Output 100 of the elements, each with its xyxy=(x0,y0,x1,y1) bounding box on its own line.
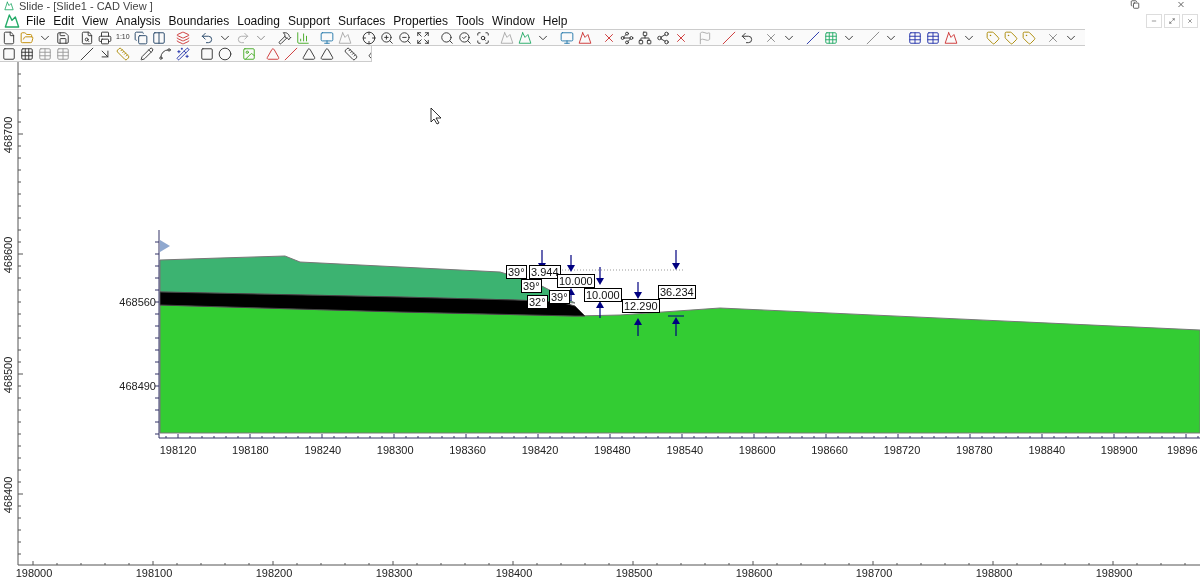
triangle-icon[interactable] xyxy=(266,46,280,61)
dimension-label: 12.290 xyxy=(622,299,660,313)
tag-icon[interactable] xyxy=(1021,30,1036,45)
layers-icon[interactable] xyxy=(175,30,190,45)
axis-label: 198480 xyxy=(594,444,631,456)
menu-item[interactable]: Analysis xyxy=(111,11,165,30)
close-icon[interactable] xyxy=(1176,0,1186,9)
grid-icon[interactable] xyxy=(20,46,34,61)
search-icon[interactable] xyxy=(439,30,454,45)
hammer-icon[interactable] xyxy=(277,30,292,45)
network-icon[interactable] xyxy=(637,30,652,45)
dimension-label: 39° xyxy=(506,265,527,279)
undo-icon[interactable] xyxy=(739,30,754,45)
axis-label: 198720 xyxy=(883,444,921,456)
ruler-label: 198100 xyxy=(135,567,173,579)
dimension-label: 10.000 xyxy=(557,274,595,288)
tag-icon[interactable] xyxy=(985,30,1000,45)
dimension-arrow xyxy=(672,317,680,337)
square-icon[interactable] xyxy=(2,46,16,61)
ruler-label: 198900 xyxy=(1095,567,1133,579)
ruler-label: 468500 xyxy=(2,356,14,394)
menu-item[interactable]: Properties xyxy=(389,11,453,30)
load-arrow xyxy=(634,281,642,299)
rectangle-icon[interactable] xyxy=(200,46,214,61)
axis-label: 198420 xyxy=(521,444,559,456)
menu-item[interactable]: Surfaces xyxy=(334,11,390,30)
share-icon[interactable] xyxy=(655,30,670,45)
table-icon[interactable] xyxy=(907,30,922,45)
menu-item[interactable]: Window xyxy=(488,11,539,30)
nodes-icon[interactable] xyxy=(619,30,634,45)
cursor-icon xyxy=(430,107,442,125)
axis-label: 198540 xyxy=(666,444,704,456)
ruler-label: 198200 xyxy=(255,567,293,579)
monitor-icon[interactable] xyxy=(319,30,334,45)
save-icon[interactable] xyxy=(56,30,70,45)
ruler-label: 198600 xyxy=(735,567,773,579)
zoom-check-icon[interactable] xyxy=(457,30,472,45)
dimension-label: 39° xyxy=(521,279,542,293)
axis-label: 198660 xyxy=(811,444,848,456)
dimension-arrow xyxy=(634,318,642,337)
dimension-arrow xyxy=(596,301,604,319)
menu-item[interactable]: View xyxy=(78,11,112,30)
axis-label: 198600 xyxy=(738,444,776,456)
ruler-label: 468700 xyxy=(2,116,14,154)
axis-label: 19896 xyxy=(1167,444,1198,456)
axis-label: 198300 xyxy=(376,444,414,456)
new-file-icon[interactable] xyxy=(2,30,16,45)
print-preview-icon[interactable] xyxy=(80,30,94,45)
ruler-label: 198500 xyxy=(615,567,653,579)
load-arrow xyxy=(567,254,575,272)
dimension-label: 10.000 xyxy=(584,288,622,302)
ruler-label: 198700 xyxy=(855,567,893,579)
wand-icon[interactable] xyxy=(176,46,190,61)
menu-item[interactable]: Boundaries xyxy=(164,11,234,30)
printer-icon[interactable] xyxy=(98,30,112,45)
bar-chart-icon[interactable] xyxy=(295,30,310,45)
menu-item[interactable]: Loading xyxy=(233,11,284,30)
axis-label: 198900 xyxy=(1100,444,1138,456)
dimension-label: 36.234 xyxy=(658,285,696,299)
load-arrow xyxy=(596,266,604,285)
axis-label: 198180 xyxy=(232,444,269,456)
zoom-out-icon[interactable] xyxy=(397,30,412,45)
columns-icon[interactable] xyxy=(151,30,166,45)
dimension-label: 39° xyxy=(549,290,570,304)
tag-icon[interactable] xyxy=(1003,30,1018,45)
triangle-icon[interactable] xyxy=(320,46,334,61)
zoom-in-icon[interactable] xyxy=(379,30,394,45)
ruler-label: 468600 xyxy=(2,236,14,274)
restore-icon[interactable] xyxy=(1130,0,1140,9)
line-icon[interactable] xyxy=(284,46,298,61)
expand-icon[interactable] xyxy=(415,30,430,45)
monitor-icon[interactable] xyxy=(559,30,574,45)
axis-label: 198360 xyxy=(449,444,486,456)
axis-label: 198840 xyxy=(1028,444,1066,456)
window-title: Slide - [Slide1 - CAD View ] xyxy=(19,0,153,12)
zoom-window-icon[interactable] xyxy=(475,30,490,45)
curve-icon[interactable] xyxy=(158,46,172,61)
menu-item[interactable]: Support xyxy=(283,11,334,30)
crosshair-icon[interactable] xyxy=(361,30,376,45)
undo-icon[interactable] xyxy=(199,30,214,45)
lines-icon[interactable] xyxy=(721,30,736,45)
copy-icon[interactable] xyxy=(133,30,148,45)
ruler-label: 198000 xyxy=(15,567,53,579)
triangle-marker-icon xyxy=(160,240,170,252)
menu-item[interactable]: Help xyxy=(538,11,572,30)
table-icon[interactable] xyxy=(925,30,940,45)
menu-item[interactable]: File xyxy=(22,11,50,30)
ellipse-icon[interactable] xyxy=(218,46,232,61)
line-icon[interactable] xyxy=(80,46,94,61)
pencil-icon[interactable] xyxy=(140,46,154,61)
triangle-icon[interactable] xyxy=(302,46,316,61)
menu-item[interactable]: Tools xyxy=(452,11,489,30)
ruler-label: 198300 xyxy=(375,567,413,579)
dimension-label: 3.944 xyxy=(529,265,561,279)
line-icon[interactable] xyxy=(805,30,820,45)
axis-label: 198780 xyxy=(956,444,993,456)
axis-label: 468490 xyxy=(119,380,156,392)
axis-label: 468560 xyxy=(119,296,156,308)
ruler-label: 198800 xyxy=(975,567,1013,579)
menu-item[interactable]: Edit xyxy=(49,11,79,30)
